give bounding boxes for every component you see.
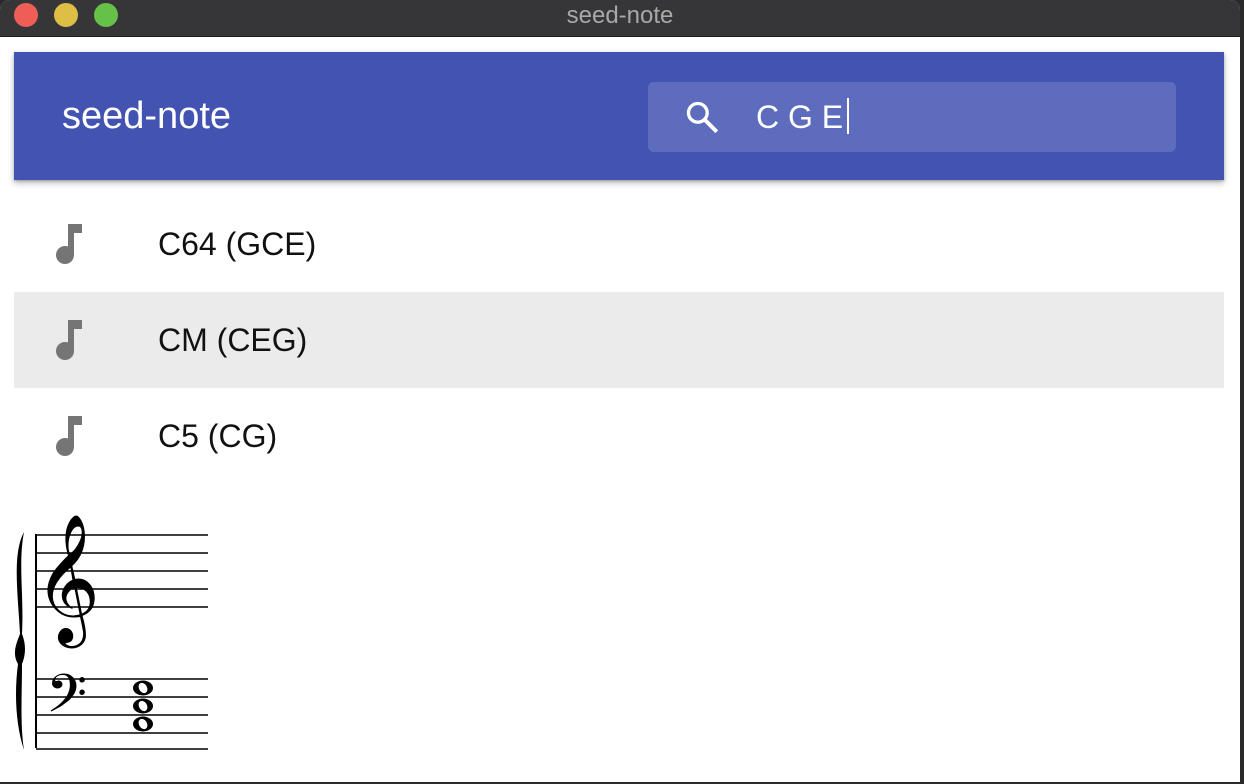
list-item-label: C64 (GCE) [158, 226, 317, 262]
list-item[interactable]: CM (CEG) [14, 292, 1224, 388]
app-title: seed-note [62, 95, 232, 137]
app-bar: seed-note [14, 52, 1224, 180]
app-window: seed-note seed-note C64 (GCE) [0, 0, 1240, 782]
window-titlebar[interactable]: seed-note [0, 0, 1240, 37]
window-title: seed-note [566, 2, 674, 29]
bass-clef-icon: 𝄢 [46, 664, 87, 738]
text-cursor [847, 98, 849, 134]
list-item-label: C5 (CG) [158, 418, 278, 454]
list-item[interactable]: C5 (CG) [14, 388, 1224, 484]
music-score: 𝄞 𝄢 [14, 513, 208, 750]
grand-staff-brace [14, 532, 25, 750]
chord-results-list: C64 (GCE) CM (CEG) C5 (CG) [14, 196, 1224, 484]
search-icon [686, 101, 719, 134]
chord-notes [133, 680, 153, 732]
search-box[interactable] [648, 82, 1176, 152]
treble-clef-icon: 𝄞 [34, 513, 100, 649]
music-note-icon [56, 224, 82, 264]
music-note-icon [56, 416, 82, 456]
list-item-label: CM (CEG) [158, 322, 308, 358]
list-item[interactable]: C64 (GCE) [14, 196, 1224, 292]
music-note-icon [56, 320, 82, 360]
search-input[interactable] [756, 94, 1156, 140]
